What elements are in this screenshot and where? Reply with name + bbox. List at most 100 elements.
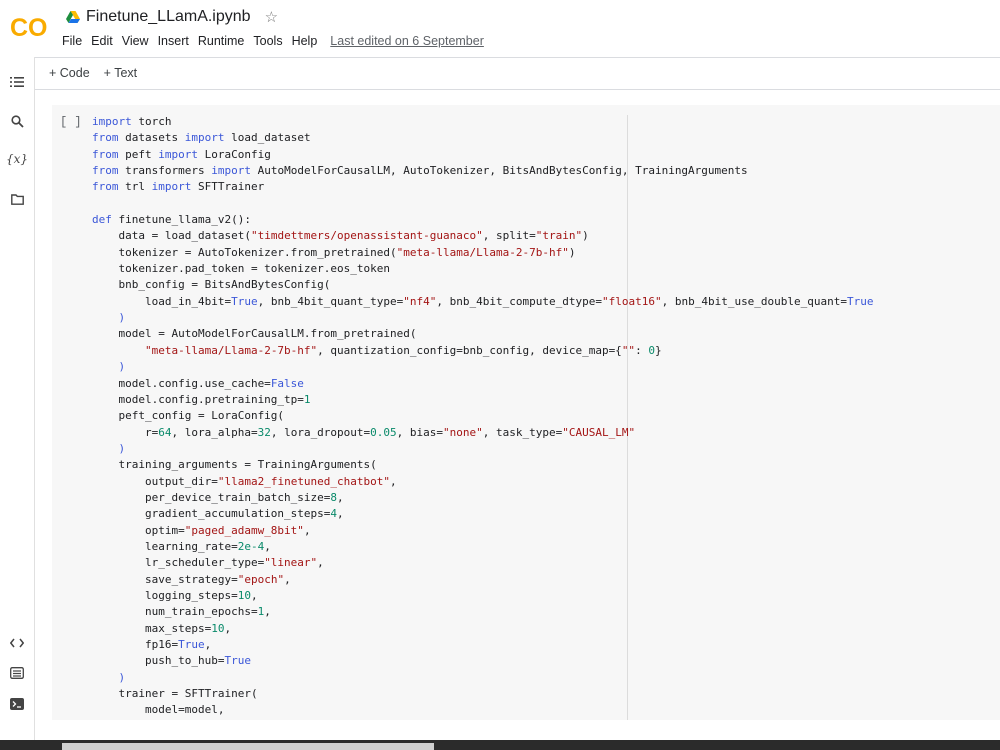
code-line[interactable]: learning_rate=2e-4, <box>92 539 874 555</box>
code-line[interactable]: model.config.use_cache=False <box>92 376 874 392</box>
code-token: tokenizer.pad_token = tokenizer.eos_toke… <box>92 262 391 276</box>
code-token: True <box>178 638 205 651</box>
code-token: , <box>284 572 291 586</box>
taskbar <box>0 740 1000 750</box>
code-line[interactable]: model=model, <box>92 702 874 718</box>
code-line[interactable]: ) <box>92 441 874 457</box>
code-line[interactable]: trainer = SFTTrainer( <box>92 686 874 702</box>
colab-logo[interactable]: CO <box>10 12 50 42</box>
code-line[interactable]: from transformers import AutoModelForCau… <box>92 163 874 179</box>
code-line[interactable]: import torch <box>92 114 874 130</box>
code-line[interactable]: tokenizer = AutoTokenizer.from_pretraine… <box>92 245 874 261</box>
code-line[interactable]: lr_scheduler_type="linear", <box>92 555 874 571</box>
taskbar-window[interactable] <box>62 743 434 750</box>
code-token: max_steps= <box>92 621 212 635</box>
run-cell-button[interactable]: [ ] <box>60 115 82 129</box>
code-line[interactable]: model.config.pretraining_tp=1 <box>92 392 874 408</box>
code-token: finetune_llama_v2(): <box>111 213 251 227</box>
menu-runtime[interactable]: Runtime <box>198 34 245 48</box>
files-folder-icon[interactable] <box>8 190 26 208</box>
code-editor[interactable]: import torch from datasets import load_da… <box>92 114 874 719</box>
code-line[interactable] <box>92 196 874 212</box>
code-line[interactable]: def finetune_llama_v2(): <box>92 212 874 228</box>
code-token: "nf4" <box>403 294 437 308</box>
menu-help[interactable]: Help <box>292 34 318 48</box>
code-line[interactable]: ) <box>92 359 874 375</box>
code-line[interactable]: "meta-llama/Llama-2-7b-hf", quantization… <box>92 343 874 359</box>
menu-file[interactable]: File <box>62 34 82 48</box>
code-line[interactable]: fp16=True, <box>92 637 874 653</box>
code-token: load_dataset <box>224 131 311 145</box>
code-token: "float16" <box>601 294 662 308</box>
notebook-title[interactable]: Finetune_LLamA.ipynb <box>86 8 251 26</box>
code-line[interactable]: per_device_train_batch_size=8, <box>92 490 874 506</box>
code-line[interactable]: num_train_epochs=1, <box>92 604 874 620</box>
code-line[interactable]: from trl import SFTTrainer <box>92 179 874 195</box>
code-token: import <box>151 180 192 194</box>
code-token: 0.05 <box>370 425 397 439</box>
code-token: False <box>270 376 304 390</box>
variables-icon[interactable]: {x} <box>6 150 28 168</box>
code-token: "timdettmers/openassistant-guanaco" <box>250 229 483 243</box>
code-token: LoraConfig <box>198 147 271 161</box>
command-palette-icon[interactable] <box>8 664 26 682</box>
menu-edit[interactable]: Edit <box>91 34 113 48</box>
add-code-cell-button[interactable]: + Code <box>49 66 90 80</box>
code-line[interactable]: model = AutoModelForCausalLM.from_pretra… <box>92 326 874 342</box>
code-token: bnb_config = BitsAndBytesConfig( <box>92 278 331 292</box>
code-line[interactable]: ) <box>92 670 874 686</box>
menu-insert[interactable]: Insert <box>158 34 189 48</box>
code-line[interactable]: gradient_accumulation_steps=4, <box>92 506 874 522</box>
code-token: "none" <box>443 425 483 439</box>
code-token: "epoch" <box>237 572 285 586</box>
code-line[interactable]: max_steps=10, <box>92 621 874 637</box>
last-edited-link[interactable]: Last edited on 6 September <box>330 34 484 48</box>
code-token: , bias= <box>396 425 444 439</box>
code-token: import <box>211 164 251 178</box>
code-line[interactable]: r=64, lora_alpha=32, lora_dropout=0.05, … <box>92 425 874 441</box>
code-line[interactable]: data = load_dataset("timdettmers/openass… <box>92 228 874 244</box>
code-token: 2e-4 <box>237 539 265 553</box>
code-line[interactable]: optim="paged_adamw_8bit", <box>92 523 874 539</box>
code-token: "meta-llama/Llama-2-7b-hf" <box>144 343 318 357</box>
code-token: import <box>158 147 198 161</box>
code-token: , quantization_config=bnb_config, device… <box>317 343 622 357</box>
code-token: ) <box>118 670 126 684</box>
code-line[interactable]: peft_config = LoraConfig( <box>92 408 874 424</box>
code-token: peft_config = LoraConfig( <box>92 409 285 423</box>
code-line[interactable]: from peft import LoraConfig <box>92 147 874 163</box>
code-token: } <box>654 343 662 357</box>
menu-tools[interactable]: Tools <box>253 34 282 48</box>
code-token: SFTTrainer <box>191 180 265 194</box>
code-line[interactable]: save_strategy="epoch", <box>92 572 874 588</box>
code-token: transformers <box>118 164 212 178</box>
code-token: model = AutoModelForCausalLM.from_pretra… <box>92 327 417 341</box>
code-line[interactable]: from datasets import load_dataset <box>92 130 874 146</box>
star-icon[interactable]: ☆ <box>265 8 278 26</box>
code-token: lr_scheduler_type= <box>92 556 265 570</box>
code-line[interactable]: bnb_config = BitsAndBytesConfig( <box>92 277 874 293</box>
menu-view[interactable]: View <box>122 34 149 48</box>
code-cell[interactable]: [ ] import torch from datasets import loa… <box>52 105 1000 720</box>
code-token: datasets <box>118 131 185 145</box>
code-token: "meta-llama/Llama-2-7b-hf" <box>396 245 569 259</box>
code-line[interactable]: push_to_hub=True <box>92 653 874 669</box>
svg-text:CO: CO <box>10 14 48 42</box>
code-line[interactable]: logging_steps=10, <box>92 588 874 604</box>
code-token: ) <box>118 360 126 374</box>
code-line[interactable]: load_in_4bit=True, bnb_4bit_quant_type="… <box>92 294 874 310</box>
code-token: from <box>92 131 119 145</box>
terminal-icon[interactable] <box>8 695 26 713</box>
code-token: , bnb_4bit_use_double_quant= <box>661 294 848 308</box>
code-line[interactable]: ) <box>92 310 874 326</box>
add-text-cell-button[interactable]: + Text <box>104 66 137 80</box>
search-icon[interactable] <box>8 112 26 130</box>
code-snippets-icon[interactable] <box>8 634 26 652</box>
table-of-contents-icon[interactable] <box>8 73 26 91</box>
code-line[interactable]: training_arguments = TrainingArguments( <box>92 457 874 473</box>
code-line[interactable]: output_dir="llama2_finetuned_chatbot", <box>92 474 874 490</box>
code-token: , bnb_4bit_compute_dtype= <box>436 294 602 308</box>
code-line[interactable]: tokenizer.pad_token = tokenizer.eos_toke… <box>92 261 874 277</box>
